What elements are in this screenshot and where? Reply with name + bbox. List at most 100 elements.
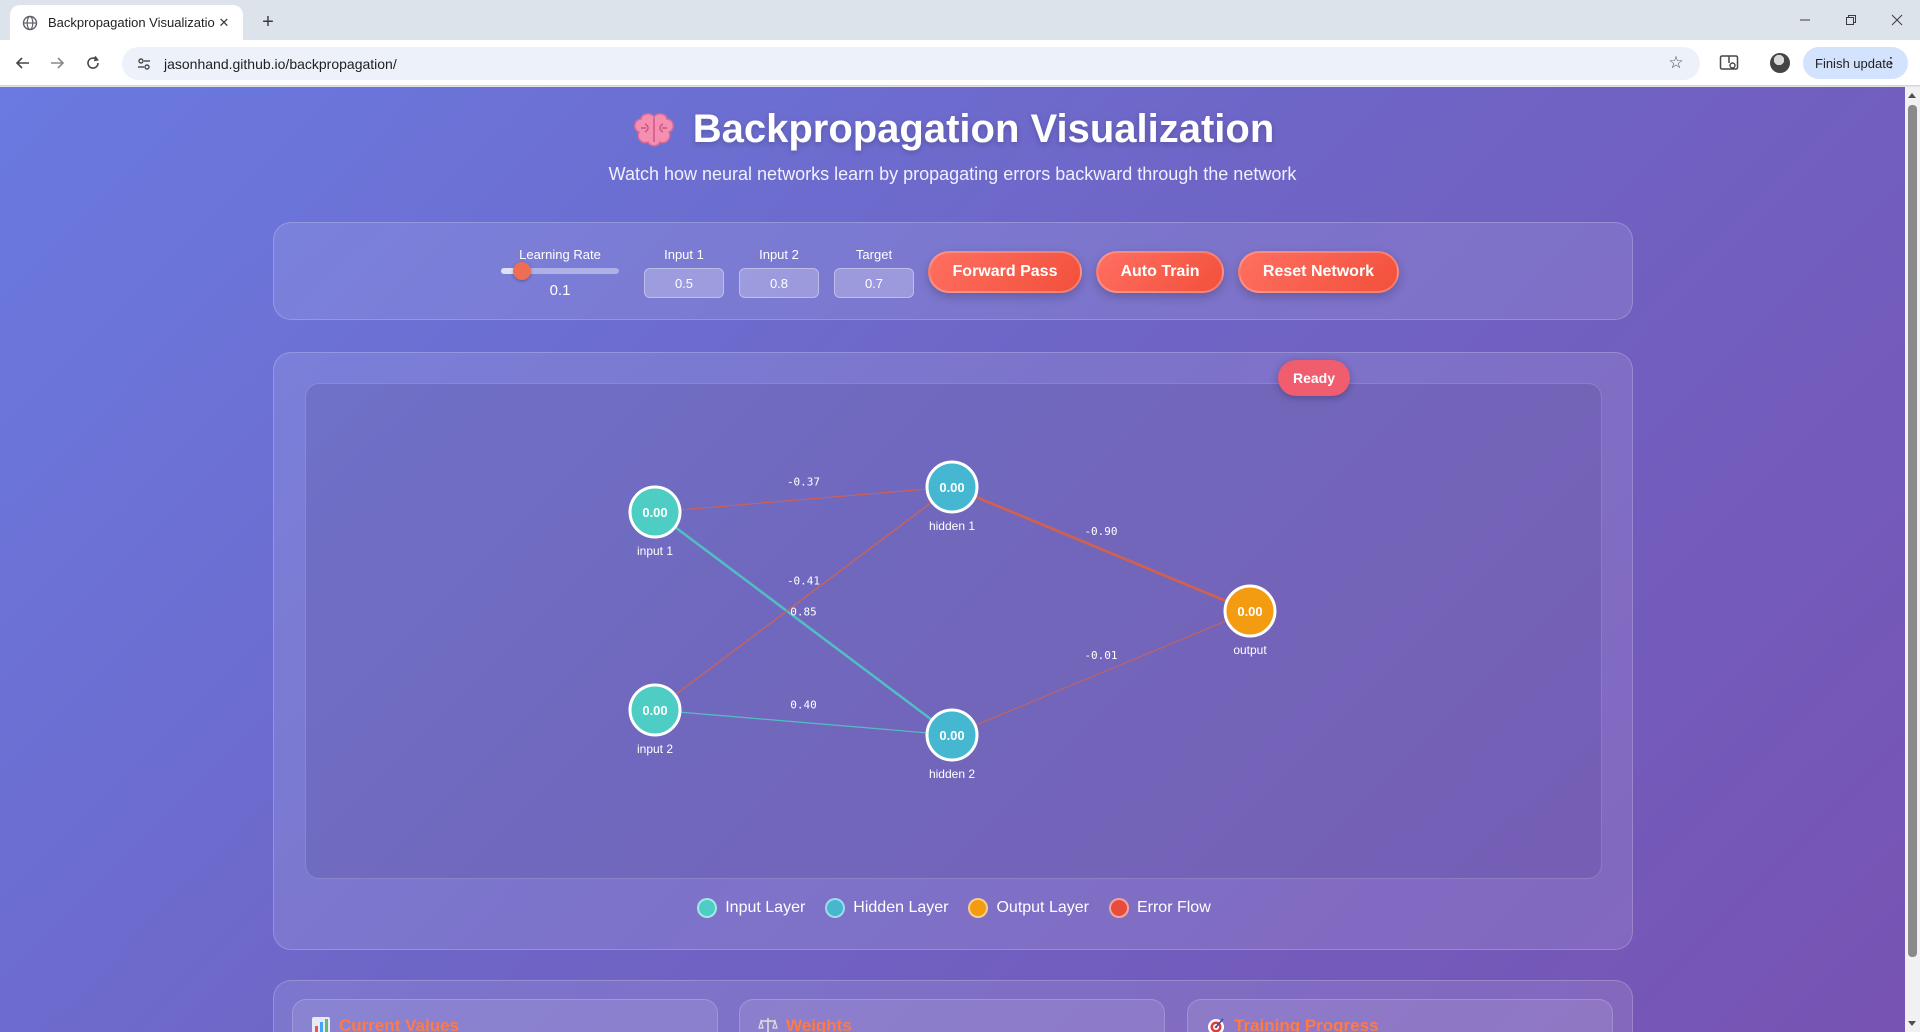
node-label: hidden 2 — [929, 767, 975, 781]
input1-field[interactable] — [644, 268, 724, 298]
weights-card: Weights — [739, 999, 1165, 1032]
learning-rate-label: Learning Rate — [519, 247, 601, 262]
weight-label: 0.40 — [790, 699, 817, 712]
tab-bar: Backpropagation Visualization ✕ + — [0, 0, 1920, 40]
site-settings-icon[interactable] — [134, 54, 154, 74]
input2-control: Input 2 — [738, 247, 820, 298]
weight-label: -0.41 — [787, 575, 820, 588]
finish-update-button[interactable]: Finish update ⋮ — [1803, 47, 1908, 79]
bookmark-star-icon[interactable]: ☆ — [1666, 53, 1686, 73]
training-progress-title: Training Progress — [1234, 1016, 1379, 1032]
auto-train-button[interactable]: Auto Train — [1096, 251, 1224, 293]
node-value: 0.00 — [642, 703, 667, 718]
legend-item: Error Flow — [1108, 898, 1211, 918]
connection-hidden1-output — [951, 485, 1251, 613]
browser-tab[interactable]: Backpropagation Visualization ✕ — [10, 5, 243, 40]
input2-label: Input 2 — [759, 247, 799, 262]
brain-icon — [631, 110, 677, 150]
node-input1[interactable]: 0.00 input 1 — [628, 485, 682, 558]
stats-panel: Current Values Weights Training Progress — [273, 980, 1633, 1032]
url-text: jasonhand.github.io/backpropagation/ — [164, 55, 397, 72]
scrollbar-thumb[interactable] — [1908, 105, 1917, 957]
node-input2[interactable]: 0.00 input 2 — [628, 683, 682, 756]
weight-label: -0.01 — [1084, 649, 1117, 662]
legend-label: Error Flow — [1136, 899, 1211, 916]
weight-label: 0.85 — [790, 606, 817, 619]
page-viewport: Backpropagation Visualization Watch how … — [0, 87, 1905, 1032]
node-label: input 1 — [637, 544, 673, 558]
training-progress-card: Training Progress — [1187, 999, 1613, 1032]
legend-swatch — [697, 898, 718, 918]
page-title: Backpropagation Visualization — [692, 107, 1275, 151]
connection-input2-hidden1 — [654, 486, 953, 711]
scroll-down-icon[interactable] — [1908, 1021, 1916, 1026]
network-panel: -0.37 0.85 -0.41 0.40 -0.90 -0.01 0.00 input 10… — [273, 352, 1633, 950]
node-hidden1[interactable]: 0.00 hidden 1 — [925, 460, 979, 533]
legend-item: Hidden Layer — [825, 898, 948, 918]
new-tab-icon[interactable]: + — [254, 8, 282, 36]
learning-rate-slider[interactable] — [501, 262, 619, 280]
legend-swatch — [1108, 898, 1129, 918]
network-graph: -0.370.85-0.410.40-0.90-0.010.00input 10… — [628, 460, 1277, 781]
input2-field[interactable] — [739, 268, 819, 298]
target-icon — [1206, 1016, 1226, 1032]
slider-thumb[interactable] — [513, 262, 531, 280]
connection-hidden2-output — [951, 610, 1251, 736]
node-label: output — [1233, 643, 1267, 657]
controls-panel: Learning Rate 0.1 Input 1 Input 2 Target… — [273, 222, 1633, 320]
forward-icon[interactable] — [42, 48, 72, 78]
legend-swatch — [825, 898, 846, 918]
input1-label: Input 1 — [664, 247, 704, 262]
legend-swatch — [968, 898, 989, 918]
legend-label: Input Layer — [725, 899, 806, 916]
input1-control: Input 1 — [643, 247, 725, 298]
status-badge: Ready — [1278, 360, 1350, 396]
learning-rate-control: Learning Rate 0.1 — [500, 247, 620, 299]
current-values-card: Current Values — [292, 999, 718, 1032]
page-subtitle: Watch how neural networks learn by propa… — [608, 164, 1297, 184]
reset-network-button[interactable]: Reset Network — [1238, 251, 1399, 293]
weight-label: -0.90 — [1084, 525, 1117, 538]
chart-icon — [311, 1016, 331, 1032]
page-header: Backpropagation Visualization Watch how … — [0, 107, 1905, 185]
legend-label: Output Layer — [996, 899, 1089, 916]
tab-title: Backpropagation Visualization — [48, 15, 215, 30]
node-value: 0.00 — [939, 728, 964, 743]
node-hidden2[interactable]: 0.00 hidden 2 — [925, 708, 979, 781]
page-scrollbar[interactable] — [1905, 87, 1920, 1032]
finish-update-label: Finish update — [1815, 55, 1894, 71]
learning-rate-value: 0.1 — [549, 282, 571, 299]
close-tab-icon[interactable]: ✕ — [215, 15, 233, 31]
connection-input2-hidden2 — [654, 709, 953, 736]
globe-icon — [22, 15, 38, 31]
scale-icon — [758, 1016, 778, 1032]
network-canvas: -0.37 0.85 -0.41 0.40 -0.90 -0.01 0.00 input 10… — [305, 383, 1602, 879]
more-menu-icon[interactable]: ⋮ — [1884, 54, 1898, 71]
legend-item: Input Layer — [697, 898, 805, 918]
browser-toolbar: jasonhand.github.io/backpropagation/ ☆ — [0, 40, 1920, 86]
forward-pass-button[interactable]: Forward Pass — [928, 251, 1082, 293]
node-label: hidden 1 — [929, 519, 975, 533]
profile-avatar[interactable] — [1770, 53, 1790, 73]
target-field[interactable] — [834, 268, 914, 298]
node-value: 0.00 — [939, 480, 964, 495]
legend: Input Layer Hidden Layer Output Layer Error… — [274, 898, 1634, 918]
legend-item: Output Layer — [968, 898, 1089, 918]
address-bar[interactable]: jasonhand.github.io/backpropagation/ ☆ — [122, 47, 1700, 80]
weights-title: Weights — [786, 1016, 852, 1032]
restore-icon[interactable] — [1828, 0, 1874, 40]
close-window-icon[interactable] — [1874, 0, 1920, 40]
node-value: 0.00 — [1237, 604, 1262, 619]
legend-label: Hidden Layer — [853, 899, 949, 916]
scroll-up-icon[interactable] — [1908, 93, 1916, 98]
node-label: input 2 — [637, 742, 673, 756]
connection-input1-hidden1 — [654, 486, 953, 513]
node-value: 0.00 — [642, 505, 667, 520]
back-icon[interactable] — [8, 48, 38, 78]
current-values-title: Current Values — [339, 1016, 459, 1032]
reload-icon[interactable] — [78, 48, 108, 78]
target-label: Target — [855, 247, 893, 262]
minimize-icon[interactable] — [1782, 0, 1828, 40]
node-output[interactable]: 0.00 output — [1223, 584, 1277, 657]
reading-mode-icon[interactable] — [1716, 50, 1742, 76]
